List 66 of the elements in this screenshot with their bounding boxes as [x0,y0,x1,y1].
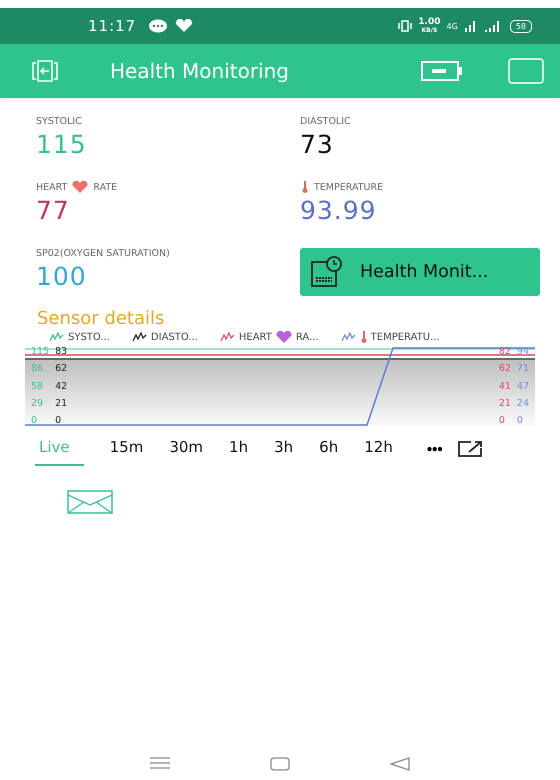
vibrate-icon [398,20,412,32]
home-icon[interactable] [269,756,291,772]
axis-tick-label: 47 [516,380,529,392]
axis-tick-label: 86 [31,363,44,374]
legend-label: SYSTO... [68,332,110,342]
app-title: Health Monitoring [110,59,289,83]
axis-tick-label: 62 [55,363,68,374]
axis-tick-label: 0 [498,415,506,426]
legend-label: TEMPERATU... [370,332,440,342]
period-tab[interactable]: 30m [169,432,204,466]
widget-label: TEMPERATURE [314,182,384,192]
heart-icon [174,19,194,33]
axis-tick-label: 0 [516,415,524,426]
axis-tick-label: 42 [55,380,68,392]
signal-icon [464,20,478,32]
period-tab[interactable]: 15m [110,432,144,466]
square-icon[interactable] [508,58,544,84]
fullscreen-icon[interactable] [456,440,483,458]
widget-label: DIASTOLIC [300,116,351,126]
widget-value: 115 [36,129,88,161]
axis-tick-label: 21 [498,398,511,409]
axis-tick-label: 71 [516,363,529,374]
back-icon[interactable] [389,756,411,772]
legend-label: RA... [296,332,319,342]
battery-icon[interactable] [420,59,464,83]
exit-icon[interactable] [30,59,60,83]
widget-label: HEART [36,182,68,192]
widget-value: 93.99 [300,195,378,227]
report-button[interactable]: Health Monit... [300,248,540,296]
widget-value: 100 [36,261,88,293]
calendar-clock-icon [310,256,344,288]
widget-label: RATE [93,182,118,192]
axis-tick-label: 83 [55,346,68,357]
axis-tick-label: 82 [498,346,511,357]
axis-tick-label: 62 [498,363,511,374]
thermometer-icon [360,331,368,343]
widget-value: 73 [300,129,335,161]
network-speed: 1.00 [418,18,441,27]
axis-tick-label: 24 [516,398,529,409]
legend-label: HEART [238,332,272,342]
menu-icon[interactable] [149,756,171,770]
axis-tick-label: 115 [31,346,50,357]
legend-label: DIASTO... [150,332,198,342]
mail-icon[interactable] [67,490,113,514]
widget-value: 77 [36,195,71,227]
axis-tick-label: 41 [498,380,511,392]
period-tab[interactable]: 12h [364,432,393,466]
section-title: Sensor details [37,308,166,330]
battery-level: 58 [510,20,532,32]
widget-label: SP02(OXYGEN SATURATION) [36,248,170,258]
axis-tick-label: 0 [55,415,62,426]
network-type: 4G [446,22,458,30]
axis-tick-label: 58 [31,380,44,392]
heart-icon [274,330,293,344]
period-tab[interactable]: 1h [229,432,248,466]
status-time: 11:17 [88,17,136,35]
thermometer-icon [300,181,310,193]
period-tab[interactable]: 3h [274,432,294,466]
axis-tick-label: 0 [31,415,38,426]
axis-tick-label: 29 [31,398,44,409]
message-icon [148,19,168,33]
axis-tick-label: 21 [55,398,68,409]
period-tab[interactable]: 6h [319,432,338,466]
widget-label: SYSTOLIC [36,116,82,126]
more-button[interactable]: ••• [426,440,443,458]
heart-icon [71,180,90,194]
